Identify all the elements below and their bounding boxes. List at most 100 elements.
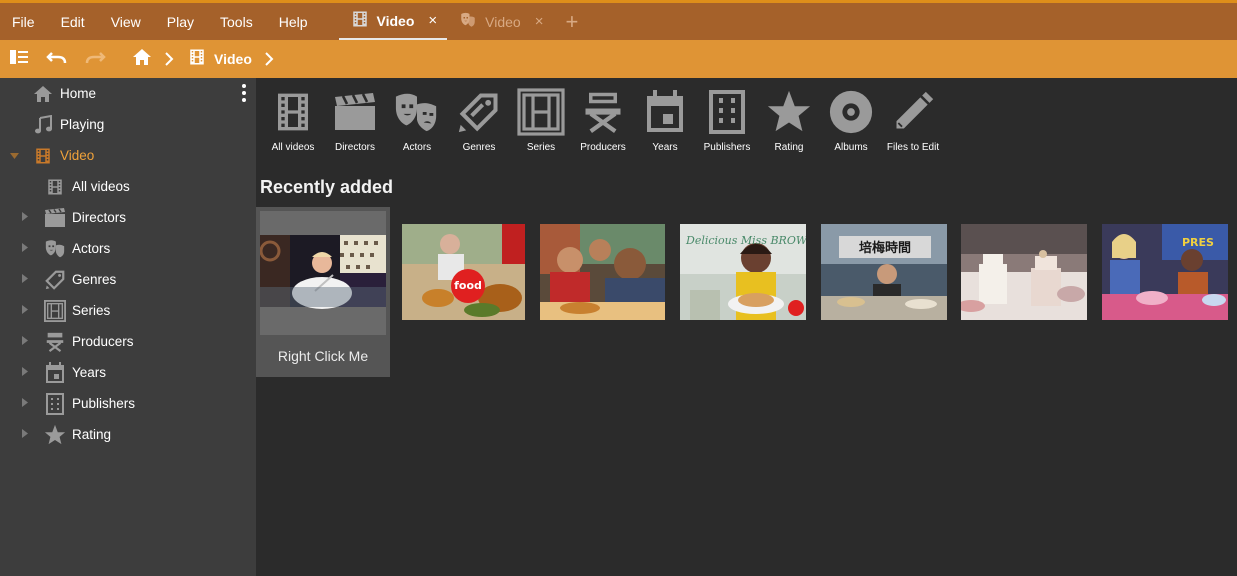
- category-albums[interactable]: Albums: [820, 88, 882, 158]
- category-genres[interactable]: Genres: [448, 88, 510, 158]
- star-icon: [765, 88, 813, 136]
- menu-tools[interactable]: Tools: [207, 3, 266, 40]
- sidebar-item-home[interactable]: Home: [0, 78, 256, 109]
- category-actors[interactable]: Actors: [386, 88, 448, 158]
- category-label: Producers: [580, 142, 626, 153]
- chevron-right-icon[interactable]: [264, 52, 274, 66]
- chevron-right-icon: [164, 52, 178, 66]
- menu-edit[interactable]: Edit: [48, 3, 98, 40]
- show-title-logo: Delicious Miss BROWN: [685, 234, 806, 247]
- sidebar-item-label: Actors: [72, 241, 111, 256]
- collapsed-arrow-icon[interactable]: [20, 336, 30, 347]
- category-all-videos[interactable]: All videos: [262, 88, 324, 158]
- chef-kitchen-thumbnail[interactable]: [260, 211, 386, 335]
- collapsed-arrow-icon[interactable]: [20, 398, 30, 409]
- expanded-arrow-icon[interactable]: [9, 151, 19, 161]
- wedding-cakes-thumbnail[interactable]: [961, 224, 1087, 320]
- add-tab-button[interactable]: +: [553, 3, 590, 40]
- sidebar-item-rating[interactable]: Rating: [0, 419, 256, 450]
- menu-view[interactable]: View: [98, 3, 154, 40]
- sidebar-item-label: All videos: [72, 179, 130, 194]
- menu-help[interactable]: Help: [266, 3, 321, 40]
- sidebar-item-actors[interactable]: Actors: [0, 233, 256, 264]
- sidebar-item-publishers[interactable]: Publishers: [0, 388, 256, 419]
- breadcrumb[interactable]: Video: [188, 48, 252, 71]
- category-rating[interactable]: Rating: [758, 88, 820, 158]
- menu-play[interactable]: Play: [154, 3, 207, 40]
- pencil-icon: [889, 88, 937, 136]
- redo-button[interactable]: [76, 40, 114, 78]
- category-series[interactable]: Series: [510, 88, 572, 158]
- category-files-to-edit[interactable]: Files to Edit: [882, 88, 944, 158]
- series-grid-icon: [517, 88, 565, 136]
- home-icon: [132, 48, 152, 71]
- series-grid-icon: [44, 299, 66, 322]
- category-label: All videos: [271, 142, 315, 153]
- sidebar-item-series[interactable]: Series: [0, 295, 256, 326]
- calendar-icon: [641, 88, 689, 136]
- sidebar-item-label: Rating: [72, 427, 112, 442]
- collapsed-arrow-icon[interactable]: [20, 305, 30, 316]
- category-label: Files to Edit: [886, 142, 940, 153]
- category-label: Rating: [774, 142, 804, 153]
- tab-strip: Video × Video × +: [338, 3, 591, 40]
- category-years[interactable]: Years: [634, 88, 696, 158]
- menu-file[interactable]: File: [0, 3, 48, 40]
- tag-pencil-icon: [44, 269, 66, 291]
- chinese-cooking-show-thumbnail[interactable]: 培梅時間: [821, 224, 947, 320]
- clapperboard-icon: [331, 88, 379, 136]
- category-directors[interactable]: Directors: [324, 88, 386, 158]
- sidebar-item-directors[interactable]: Directors: [0, 202, 256, 233]
- tag-pencil-icon: [455, 88, 503, 136]
- collapsed-arrow-icon[interactable]: [20, 367, 30, 378]
- tab-video-active[interactable]: Video ×: [338, 3, 448, 40]
- category-publishers[interactable]: Publishers: [696, 88, 758, 158]
- disc-icon: [827, 88, 875, 136]
- recent-video-selected[interactable]: Right Click Me: [256, 207, 390, 377]
- delicious-miss-brown-thumbnail[interactable]: Delicious Miss BROWN: [680, 224, 806, 320]
- two-chefs-eating-thumbnail[interactable]: [540, 224, 665, 320]
- main-content: All videos Directors Actors Genres Serie: [256, 78, 1237, 576]
- sidebar-item-label: Producers: [72, 334, 134, 349]
- sidebar-item-playing[interactable]: Playing: [0, 109, 256, 140]
- sidebar-item-genres[interactable]: Genres: [0, 264, 256, 295]
- film-strip-icon: [351, 10, 369, 31]
- film-strip-icon: [188, 48, 206, 71]
- film-strip-icon: [32, 145, 54, 167]
- tab-close-icon[interactable]: ×: [535, 13, 544, 30]
- sidebar-item-years[interactable]: Years: [0, 357, 256, 388]
- sidebar-item-label: Genres: [72, 272, 117, 287]
- food-network-turkey-thumbnail[interactable]: food: [402, 224, 525, 320]
- star-icon: [44, 424, 66, 446]
- collapsed-arrow-icon[interactable]: [20, 429, 30, 440]
- sidebar-toggle-icon: [9, 49, 29, 70]
- category-label: Actors: [402, 142, 432, 153]
- toggle-sidebar-button[interactable]: [0, 40, 38, 78]
- category-label: Series: [526, 142, 556, 153]
- film-strip-icon: [44, 176, 66, 198]
- sidebar-item-label: Playing: [60, 117, 105, 132]
- music-note-icon: [32, 114, 54, 136]
- tab-label: Video: [376, 12, 415, 29]
- tab-close-icon[interactable]: ×: [428, 12, 437, 29]
- director-chair-icon: [579, 88, 627, 136]
- sidebar-item-all-videos[interactable]: All videos: [0, 171, 256, 202]
- undo-icon: [46, 50, 68, 69]
- sidebar: Home Playing Video All videos Directors …: [0, 78, 256, 576]
- tab-video-inactive[interactable]: Video ×: [447, 3, 553, 40]
- sidebar-item-label: Series: [72, 303, 111, 318]
- baking-competition-thumbnail[interactable]: PRES: [1102, 224, 1228, 320]
- category-label: Directors: [334, 142, 375, 153]
- sidebar-item-label: Directors: [72, 210, 127, 225]
- collapsed-arrow-icon[interactable]: [20, 243, 30, 254]
- sidebar-item-producers[interactable]: Producers: [0, 326, 256, 357]
- collapsed-arrow-icon[interactable]: [20, 212, 30, 223]
- theater-masks-icon: [459, 11, 477, 32]
- category-producers[interactable]: Producers: [572, 88, 634, 158]
- recently-added-title: Recently added: [260, 177, 394, 197]
- collapsed-arrow-icon[interactable]: [20, 274, 30, 285]
- home-button[interactable]: [120, 40, 164, 78]
- sidebar-item-video[interactable]: Video: [0, 140, 256, 171]
- undo-button[interactable]: [38, 40, 76, 78]
- home-icon: [32, 83, 54, 105]
